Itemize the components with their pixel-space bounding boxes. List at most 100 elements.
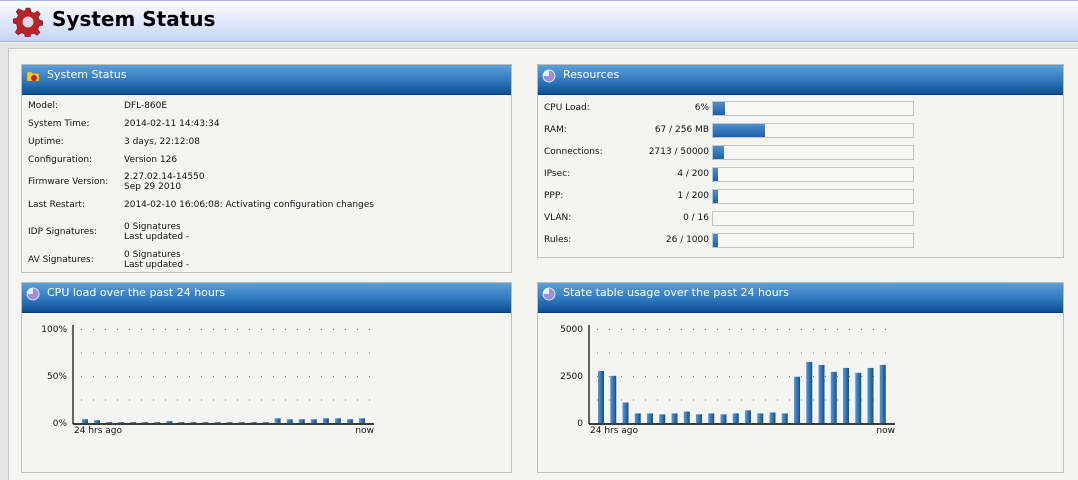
resource-usage-fill bbox=[713, 146, 724, 159]
resource-value: 1 / 200 bbox=[677, 191, 709, 201]
grid-dot bbox=[609, 399, 610, 401]
grid-dot bbox=[165, 352, 166, 354]
grid-dot bbox=[141, 352, 142, 354]
grid-dot bbox=[729, 329, 730, 330]
chart-bar bbox=[659, 414, 666, 423]
resource-usage-bar bbox=[712, 233, 914, 248]
grid-dot bbox=[105, 399, 106, 401]
resource-usage-fill bbox=[713, 190, 718, 203]
grid-dot bbox=[837, 376, 838, 377]
grid-dot bbox=[273, 376, 274, 377]
resource-usage-fill bbox=[713, 234, 719, 247]
grid-dot bbox=[729, 352, 730, 354]
chart-bar bbox=[322, 418, 329, 423]
y-tick-label: 50% bbox=[47, 372, 67, 382]
cpu-chart-panel: CPU load over the past 24 hours 0% 50% 100… bbox=[21, 282, 512, 473]
grid-dot bbox=[801, 352, 802, 354]
grid-dot bbox=[369, 329, 370, 330]
grid-dot bbox=[285, 329, 286, 330]
grid-dot bbox=[333, 329, 334, 330]
resource-value: 67 / 256 MB bbox=[654, 125, 709, 135]
grid-dot bbox=[741, 376, 742, 377]
grid-dot bbox=[813, 329, 814, 330]
grid-dot bbox=[777, 329, 778, 330]
grid-dot bbox=[81, 352, 82, 354]
grid-dot bbox=[729, 399, 730, 401]
chart-bar bbox=[671, 413, 678, 423]
grid-dot bbox=[225, 376, 226, 377]
grid-dot bbox=[801, 376, 802, 377]
system-status-panel: System Status Model: DFL-860E System Time… bbox=[21, 64, 512, 273]
grid-dot bbox=[369, 352, 370, 354]
grid-dot bbox=[837, 329, 838, 330]
grid-dot bbox=[165, 376, 166, 377]
chart-bar bbox=[238, 422, 245, 423]
grid-dot bbox=[189, 376, 190, 377]
grid-dot bbox=[801, 399, 802, 401]
resource-usage-bar bbox=[712, 123, 914, 138]
grid-dot bbox=[201, 329, 202, 330]
grid-dot bbox=[885, 352, 886, 354]
resource-usage-bar bbox=[712, 167, 914, 182]
resource-value: 2713 / 50000 bbox=[648, 147, 709, 157]
grid-dot bbox=[597, 399, 598, 401]
grid-dot bbox=[813, 399, 814, 401]
grid-dot bbox=[309, 376, 310, 377]
grid-dot bbox=[777, 352, 778, 354]
grid-dot bbox=[309, 352, 310, 354]
grid-dot bbox=[597, 352, 598, 354]
grid-dot bbox=[213, 399, 214, 401]
grid-dot bbox=[141, 376, 142, 377]
grid-dot bbox=[273, 329, 274, 330]
grid-dot bbox=[609, 352, 610, 354]
status-value: 3 days, 22:12:08 bbox=[124, 137, 200, 147]
grid-dot bbox=[597, 376, 598, 377]
chart-bar bbox=[358, 418, 365, 423]
resource-label: CPU Load: bbox=[544, 103, 590, 113]
grid-dot bbox=[777, 376, 778, 377]
panel-header: Resources bbox=[538, 65, 1063, 95]
grid-dot bbox=[789, 376, 790, 377]
chart-bar bbox=[262, 422, 269, 423]
grid-dot bbox=[765, 329, 766, 330]
grid-dot bbox=[201, 376, 202, 377]
x-label-end: now bbox=[876, 426, 895, 436]
chart-bar bbox=[214, 422, 221, 423]
grid-dot bbox=[177, 329, 178, 330]
grid-dot bbox=[885, 329, 886, 330]
grid-dot bbox=[333, 399, 334, 401]
chart-bar bbox=[598, 370, 604, 423]
chart-bar bbox=[346, 419, 353, 423]
grid-dot bbox=[117, 376, 118, 377]
grid-dot bbox=[213, 329, 214, 330]
grid-dot bbox=[345, 376, 346, 377]
grid-dot bbox=[189, 329, 190, 330]
panel-header: State table usage over the past 24 hours bbox=[538, 283, 1063, 313]
resource-usage-bar bbox=[712, 145, 914, 160]
grid-dot bbox=[357, 399, 358, 401]
grid-dot bbox=[705, 399, 706, 401]
status-label: AV Signatures: bbox=[28, 255, 94, 265]
grid-dot bbox=[717, 352, 718, 354]
grid-dot bbox=[225, 329, 226, 330]
chart-bar bbox=[106, 422, 113, 423]
grid-dot bbox=[225, 352, 226, 354]
grid-dot bbox=[753, 376, 754, 377]
grid-dot bbox=[237, 376, 238, 377]
grid-dot bbox=[621, 376, 622, 377]
grid-dot bbox=[81, 376, 82, 377]
grid-dot bbox=[129, 399, 130, 401]
status-value-line2: Last updated - bbox=[124, 260, 190, 270]
chart-bar bbox=[310, 419, 317, 423]
grid-dot bbox=[789, 329, 790, 330]
grid-dot bbox=[693, 376, 694, 377]
chart-bar bbox=[334, 418, 341, 423]
chart-bar bbox=[769, 412, 776, 423]
grid-dot bbox=[297, 399, 298, 401]
grid-dot bbox=[813, 352, 814, 354]
grid-dot bbox=[753, 352, 754, 354]
grid-dot bbox=[645, 376, 646, 377]
x-label-end: now bbox=[355, 426, 374, 436]
grid-dot bbox=[285, 399, 286, 401]
grid-dot bbox=[261, 352, 262, 354]
